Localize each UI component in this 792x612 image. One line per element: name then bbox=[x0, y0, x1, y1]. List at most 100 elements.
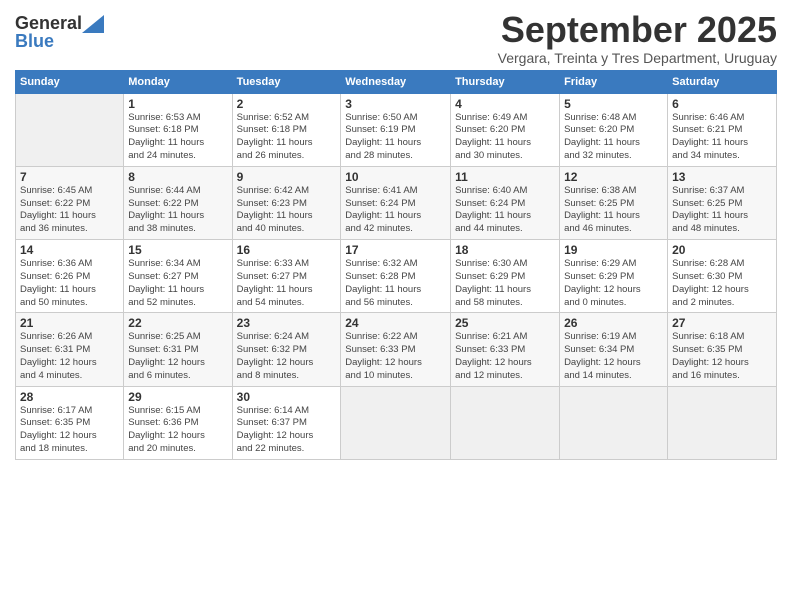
day-number: 10 bbox=[345, 170, 446, 184]
calendar-cell: 17Sunrise: 6:32 AM Sunset: 6:28 PM Dayli… bbox=[341, 240, 451, 313]
day-number: 7 bbox=[20, 170, 119, 184]
calendar-cell bbox=[668, 386, 777, 459]
header-row: Sunday Monday Tuesday Wednesday Thursday… bbox=[16, 70, 777, 93]
day-number: 25 bbox=[455, 316, 555, 330]
day-info: Sunrise: 6:53 AM Sunset: 6:18 PM Dayligh… bbox=[128, 112, 227, 163]
day-number: 27 bbox=[672, 316, 772, 330]
day-number: 21 bbox=[20, 316, 119, 330]
logo: General Blue bbox=[15, 14, 104, 52]
day-number: 17 bbox=[345, 243, 446, 257]
calendar-cell: 9Sunrise: 6:42 AM Sunset: 6:23 PM Daylig… bbox=[232, 166, 341, 239]
day-info: Sunrise: 6:28 AM Sunset: 6:30 PM Dayligh… bbox=[672, 258, 772, 309]
day-info: Sunrise: 6:52 AM Sunset: 6:18 PM Dayligh… bbox=[237, 112, 337, 163]
calendar-cell: 28Sunrise: 6:17 AM Sunset: 6:35 PM Dayli… bbox=[16, 386, 124, 459]
calendar-cell: 15Sunrise: 6:34 AM Sunset: 6:27 PM Dayli… bbox=[124, 240, 232, 313]
day-info: Sunrise: 6:45 AM Sunset: 6:22 PM Dayligh… bbox=[20, 185, 119, 236]
day-info: Sunrise: 6:36 AM Sunset: 6:26 PM Dayligh… bbox=[20, 258, 119, 309]
calendar-cell: 16Sunrise: 6:33 AM Sunset: 6:27 PM Dayli… bbox=[232, 240, 341, 313]
day-number: 20 bbox=[672, 243, 772, 257]
day-info: Sunrise: 6:29 AM Sunset: 6:29 PM Dayligh… bbox=[564, 258, 663, 309]
day-number: 2 bbox=[237, 97, 337, 111]
day-info: Sunrise: 6:30 AM Sunset: 6:29 PM Dayligh… bbox=[455, 258, 555, 309]
day-info: Sunrise: 6:21 AM Sunset: 6:33 PM Dayligh… bbox=[455, 331, 555, 382]
calendar-week-4: 21Sunrise: 6:26 AM Sunset: 6:31 PM Dayli… bbox=[16, 313, 777, 386]
day-info: Sunrise: 6:42 AM Sunset: 6:23 PM Dayligh… bbox=[237, 185, 337, 236]
col-thursday: Thursday bbox=[451, 70, 560, 93]
day-info: Sunrise: 6:37 AM Sunset: 6:25 PM Dayligh… bbox=[672, 185, 772, 236]
calendar-cell: 8Sunrise: 6:44 AM Sunset: 6:22 PM Daylig… bbox=[124, 166, 232, 239]
day-number: 24 bbox=[345, 316, 446, 330]
calendar-table: Sunday Monday Tuesday Wednesday Thursday… bbox=[15, 70, 777, 460]
day-number: 8 bbox=[128, 170, 227, 184]
calendar-cell: 11Sunrise: 6:40 AM Sunset: 6:24 PM Dayli… bbox=[451, 166, 560, 239]
day-number: 12 bbox=[564, 170, 663, 184]
day-number: 26 bbox=[564, 316, 663, 330]
calendar-cell: 25Sunrise: 6:21 AM Sunset: 6:33 PM Dayli… bbox=[451, 313, 560, 386]
day-number: 3 bbox=[345, 97, 446, 111]
day-number: 13 bbox=[672, 170, 772, 184]
day-number: 1 bbox=[128, 97, 227, 111]
calendar-week-3: 14Sunrise: 6:36 AM Sunset: 6:26 PM Dayli… bbox=[16, 240, 777, 313]
calendar-cell bbox=[451, 386, 560, 459]
calendar-cell: 6Sunrise: 6:46 AM Sunset: 6:21 PM Daylig… bbox=[668, 93, 777, 166]
day-number: 18 bbox=[455, 243, 555, 257]
calendar-cell bbox=[560, 386, 668, 459]
calendar-cell: 24Sunrise: 6:22 AM Sunset: 6:33 PM Dayli… bbox=[341, 313, 451, 386]
day-info: Sunrise: 6:40 AM Sunset: 6:24 PM Dayligh… bbox=[455, 185, 555, 236]
calendar-cell: 26Sunrise: 6:19 AM Sunset: 6:34 PM Dayli… bbox=[560, 313, 668, 386]
day-info: Sunrise: 6:34 AM Sunset: 6:27 PM Dayligh… bbox=[128, 258, 227, 309]
calendar-cell: 14Sunrise: 6:36 AM Sunset: 6:26 PM Dayli… bbox=[16, 240, 124, 313]
day-number: 4 bbox=[455, 97, 555, 111]
day-info: Sunrise: 6:22 AM Sunset: 6:33 PM Dayligh… bbox=[345, 331, 446, 382]
day-info: Sunrise: 6:46 AM Sunset: 6:21 PM Dayligh… bbox=[672, 112, 772, 163]
calendar-cell: 22Sunrise: 6:25 AM Sunset: 6:31 PM Dayli… bbox=[124, 313, 232, 386]
calendar-cell: 23Sunrise: 6:24 AM Sunset: 6:32 PM Dayli… bbox=[232, 313, 341, 386]
day-info: Sunrise: 6:19 AM Sunset: 6:34 PM Dayligh… bbox=[564, 331, 663, 382]
day-info: Sunrise: 6:24 AM Sunset: 6:32 PM Dayligh… bbox=[237, 331, 337, 382]
calendar-cell: 18Sunrise: 6:30 AM Sunset: 6:29 PM Dayli… bbox=[451, 240, 560, 313]
col-sunday: Sunday bbox=[16, 70, 124, 93]
col-monday: Monday bbox=[124, 70, 232, 93]
day-info: Sunrise: 6:32 AM Sunset: 6:28 PM Dayligh… bbox=[345, 258, 446, 309]
col-saturday: Saturday bbox=[668, 70, 777, 93]
day-info: Sunrise: 6:50 AM Sunset: 6:19 PM Dayligh… bbox=[345, 112, 446, 163]
day-info: Sunrise: 6:44 AM Sunset: 6:22 PM Dayligh… bbox=[128, 185, 227, 236]
day-number: 14 bbox=[20, 243, 119, 257]
calendar-cell: 3Sunrise: 6:50 AM Sunset: 6:19 PM Daylig… bbox=[341, 93, 451, 166]
calendar-cell: 12Sunrise: 6:38 AM Sunset: 6:25 PM Dayli… bbox=[560, 166, 668, 239]
day-info: Sunrise: 6:14 AM Sunset: 6:37 PM Dayligh… bbox=[237, 405, 337, 456]
calendar-cell: 4Sunrise: 6:49 AM Sunset: 6:20 PM Daylig… bbox=[451, 93, 560, 166]
day-info: Sunrise: 6:26 AM Sunset: 6:31 PM Dayligh… bbox=[20, 331, 119, 382]
calendar-cell: 19Sunrise: 6:29 AM Sunset: 6:29 PM Dayli… bbox=[560, 240, 668, 313]
logo-text-blue: Blue bbox=[15, 32, 54, 52]
calendar-cell: 1Sunrise: 6:53 AM Sunset: 6:18 PM Daylig… bbox=[124, 93, 232, 166]
calendar-cell: 7Sunrise: 6:45 AM Sunset: 6:22 PM Daylig… bbox=[16, 166, 124, 239]
day-info: Sunrise: 6:48 AM Sunset: 6:20 PM Dayligh… bbox=[564, 112, 663, 163]
day-info: Sunrise: 6:25 AM Sunset: 6:31 PM Dayligh… bbox=[128, 331, 227, 382]
title-block: September 2025 Vergara, Treinta y Tres D… bbox=[498, 10, 777, 66]
day-number: 15 bbox=[128, 243, 227, 257]
calendar-week-1: 1Sunrise: 6:53 AM Sunset: 6:18 PM Daylig… bbox=[16, 93, 777, 166]
day-info: Sunrise: 6:33 AM Sunset: 6:27 PM Dayligh… bbox=[237, 258, 337, 309]
calendar-week-2: 7Sunrise: 6:45 AM Sunset: 6:22 PM Daylig… bbox=[16, 166, 777, 239]
day-number: 28 bbox=[20, 390, 119, 404]
day-number: 16 bbox=[237, 243, 337, 257]
page-container: General Blue September 2025 Vergara, Tre… bbox=[0, 0, 792, 470]
logo-icon bbox=[82, 15, 104, 33]
calendar-cell: 20Sunrise: 6:28 AM Sunset: 6:30 PM Dayli… bbox=[668, 240, 777, 313]
calendar-cell: 21Sunrise: 6:26 AM Sunset: 6:31 PM Dayli… bbox=[16, 313, 124, 386]
day-number: 22 bbox=[128, 316, 227, 330]
calendar-cell bbox=[16, 93, 124, 166]
day-info: Sunrise: 6:38 AM Sunset: 6:25 PM Dayligh… bbox=[564, 185, 663, 236]
calendar-cell: 29Sunrise: 6:15 AM Sunset: 6:36 PM Dayli… bbox=[124, 386, 232, 459]
col-tuesday: Tuesday bbox=[232, 70, 341, 93]
calendar-cell: 30Sunrise: 6:14 AM Sunset: 6:37 PM Dayli… bbox=[232, 386, 341, 459]
calendar-cell: 27Sunrise: 6:18 AM Sunset: 6:35 PM Dayli… bbox=[668, 313, 777, 386]
day-info: Sunrise: 6:49 AM Sunset: 6:20 PM Dayligh… bbox=[455, 112, 555, 163]
subtitle: Vergara, Treinta y Tres Department, Urug… bbox=[498, 50, 777, 66]
day-number: 9 bbox=[237, 170, 337, 184]
calendar-cell: 2Sunrise: 6:52 AM Sunset: 6:18 PM Daylig… bbox=[232, 93, 341, 166]
col-wednesday: Wednesday bbox=[341, 70, 451, 93]
day-info: Sunrise: 6:15 AM Sunset: 6:36 PM Dayligh… bbox=[128, 405, 227, 456]
day-number: 11 bbox=[455, 170, 555, 184]
